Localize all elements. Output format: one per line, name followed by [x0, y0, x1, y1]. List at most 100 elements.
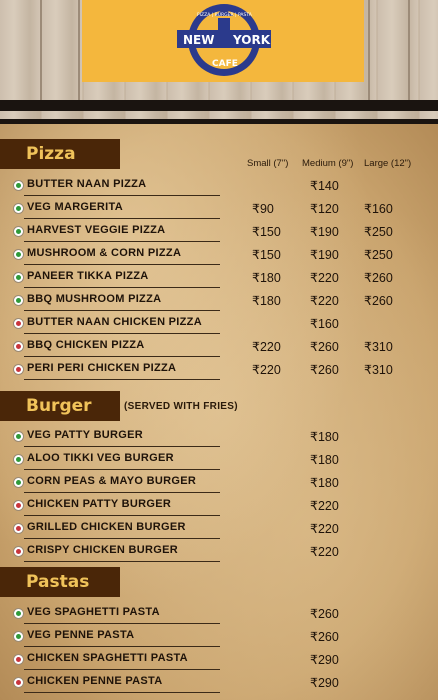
- price-price: ₹290: [310, 676, 339, 690]
- nonveg-indicator-icon: [14, 342, 23, 351]
- pizza-item-row: BBQ CHICKEN PIZZA ₹220 ₹260 ₹310: [0, 336, 438, 359]
- veg-indicator-icon: [14, 432, 23, 441]
- price-small: ₹180: [252, 294, 281, 308]
- veg-indicator-icon: [14, 632, 23, 641]
- item-underline: [24, 561, 220, 562]
- item-name: BBQ CHICKEN PIZZA: [27, 339, 145, 351]
- burger-item-row: ALOO TIKKI VEG BURGER ₹180: [0, 449, 438, 472]
- item-underline: [24, 287, 220, 288]
- logo-word-left: NEW: [183, 33, 214, 47]
- price-small: ₹90: [252, 202, 274, 216]
- price-large: ₹260: [364, 294, 393, 308]
- price-small: ₹150: [252, 225, 281, 239]
- col-header-medium: Medium (9"): [302, 158, 354, 169]
- item-underline: [24, 692, 220, 693]
- price-price: ₹220: [310, 499, 339, 513]
- item-name: VEG PATTY BURGER: [27, 429, 144, 441]
- price-small: ₹180: [252, 271, 281, 285]
- burger-item-row: CORN PEAS & MAYO BURGER ₹180: [0, 472, 438, 495]
- pasta-item-row: CHICKEN PENNE PASTA ₹290: [0, 672, 438, 695]
- item-name: CRISPY CHICKEN BURGER: [27, 544, 178, 556]
- burger-item-row: CRISPY CHICKEN BURGER ₹220: [0, 541, 438, 564]
- nonveg-indicator-icon: [14, 365, 23, 374]
- price-price: ₹260: [310, 607, 339, 621]
- item-name: BUTTER NAAN CHICKEN PIZZA: [27, 316, 202, 328]
- price-large: ₹250: [364, 248, 393, 262]
- price-medium: ₹140: [310, 179, 339, 193]
- price-price: ₹260: [310, 630, 339, 644]
- price-large: ₹310: [364, 340, 393, 354]
- pasta-item-row: VEG PENNE PASTA ₹260: [0, 626, 438, 649]
- col-header-large: Large (12"): [364, 158, 412, 169]
- item-name: MUSHROOM & CORN PIZZA: [27, 247, 182, 259]
- item-name: BBQ MUSHROOM PIZZA: [27, 293, 162, 305]
- veg-indicator-icon: [14, 250, 23, 259]
- pizza-item-row: BUTTER NAAN PIZZA ₹140: [0, 175, 438, 198]
- pizza-item-row: VEG MARGERITA ₹90 ₹120 ₹160: [0, 198, 438, 221]
- price-price: ₹290: [310, 653, 339, 667]
- nonveg-indicator-icon: [14, 501, 23, 510]
- price-medium: ₹190: [310, 248, 339, 262]
- price-price: ₹220: [310, 545, 339, 559]
- price-small: ₹220: [252, 340, 281, 354]
- price-price: ₹180: [310, 453, 339, 467]
- pizza-item-row: PERI PERI CHICKEN PIZZA ₹220 ₹260 ₹310: [0, 359, 438, 382]
- item-name: ALOO TIKKI VEG BURGER: [27, 452, 174, 464]
- item-name: HARVEST VEGGIE PIZZA: [27, 224, 166, 236]
- item-underline: [24, 646, 220, 647]
- burger-item-row: VEG PATTY BURGER ₹180: [0, 426, 438, 449]
- price-large: ₹250: [364, 225, 393, 239]
- col-header-small: Small (7"): [247, 158, 289, 169]
- logo-word-right: YORK: [232, 33, 271, 47]
- item-underline: [24, 379, 220, 380]
- pasta-item-row: CHICKEN SPAGHETTI PASTA ₹290: [0, 649, 438, 672]
- nonveg-indicator-icon: [14, 524, 23, 533]
- section-title-pizza: Pizza: [0, 139, 120, 169]
- veg-indicator-icon: [14, 204, 23, 213]
- price-price: ₹180: [310, 430, 339, 444]
- veg-indicator-icon: [14, 455, 23, 464]
- price-medium: ₹260: [310, 340, 339, 354]
- section-title-burger: Burger: [0, 391, 120, 421]
- item-underline: [24, 492, 220, 493]
- price-large: ₹310: [364, 363, 393, 377]
- item-underline: [24, 356, 220, 357]
- veg-indicator-icon: [14, 609, 23, 618]
- item-name: VEG PENNE PASTA: [27, 629, 135, 641]
- nonveg-indicator-icon: [14, 547, 23, 556]
- veg-indicator-icon: [14, 227, 23, 236]
- burger-item-row: CHICKEN PATTY BURGER ₹220: [0, 495, 438, 518]
- item-underline: [24, 218, 220, 219]
- item-underline: [24, 446, 220, 447]
- item-name: GRILLED CHICKEN BURGER: [27, 521, 186, 533]
- price-medium: ₹260: [310, 363, 339, 377]
- item-name: PERI PERI CHICKEN PIZZA: [27, 362, 177, 374]
- section-title-pastas: Pastas: [0, 567, 120, 597]
- pizza-item-row: BUTTER NAAN CHICKEN PIZZA ₹160: [0, 313, 438, 336]
- price-price: ₹220: [310, 522, 339, 536]
- pasta-item-row: VEG SPAGHETTI PASTA ₹260: [0, 603, 438, 626]
- pizza-item-row: HARVEST VEGGIE PIZZA ₹150 ₹190 ₹250: [0, 221, 438, 244]
- item-name: PANEER TIKKA PIZZA: [27, 270, 149, 282]
- pizza-item-row: PANEER TIKKA PIZZA ₹180 ₹220 ₹260: [0, 267, 438, 290]
- price-large: ₹160: [364, 202, 393, 216]
- item-name: CHICKEN PATTY BURGER: [27, 498, 172, 510]
- veg-indicator-icon: [14, 181, 23, 190]
- logo-word-bottom: CAFE: [212, 59, 238, 69]
- item-underline: [24, 310, 220, 311]
- item-underline: [24, 623, 220, 624]
- item-name: CORN PEAS & MAYO BURGER: [27, 475, 197, 487]
- veg-indicator-icon: [14, 478, 23, 487]
- item-underline: [24, 538, 220, 539]
- item-name: VEG MARGERITA: [27, 201, 123, 213]
- price-small: ₹220: [252, 363, 281, 377]
- price-medium: ₹190: [310, 225, 339, 239]
- item-underline: [24, 241, 220, 242]
- veg-indicator-icon: [14, 273, 23, 282]
- nonveg-indicator-icon: [14, 655, 23, 664]
- price-price: ₹180: [310, 476, 339, 490]
- item-underline: [24, 264, 220, 265]
- item-underline: [24, 515, 220, 516]
- logo-tagline: PIZZA | BURGER | PASTA: [197, 12, 253, 18]
- price-medium: ₹220: [310, 271, 339, 285]
